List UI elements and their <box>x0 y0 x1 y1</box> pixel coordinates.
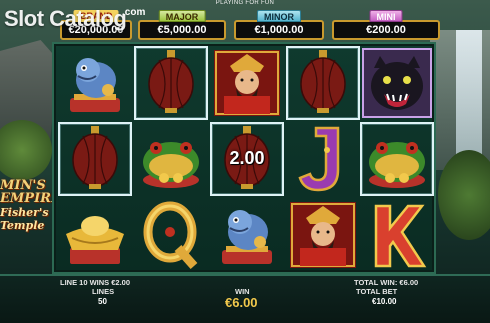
game-logo: MIN'S EMPIRE Fisher's Temple <box>0 178 61 248</box>
major-jackpot-value: €5,000.00 <box>138 20 226 40</box>
reel-symbol-lantern <box>134 46 208 120</box>
reel-grid: 2.00 <box>52 42 436 274</box>
reel-symbol-foo-dog <box>210 198 284 272</box>
foliage-right <box>438 150 490 240</box>
logo-line-3: Fisher's <box>0 206 49 219</box>
reel-symbol-letter-q <box>134 198 208 272</box>
mini-jackpot-value: €200.00 <box>332 20 440 40</box>
win-value: €6.00 <box>225 295 258 310</box>
total-win-text: TOTAL WIN: €6.00 <box>354 278 419 287</box>
line-win-text: LINE 10 WINS €2.00 <box>60 278 131 287</box>
lines-label: LINES <box>92 287 115 296</box>
reel-symbol-panther <box>360 46 434 120</box>
minor-jackpot-value: €1,000.00 <box>234 20 324 40</box>
watermark-logo: Slot Catalog <box>4 6 127 31</box>
multiplier-value: 2.00 <box>229 148 265 168</box>
reel-symbol-foo-dog <box>58 46 132 120</box>
minor-jackpot: €1,000.00 MINOR <box>234 10 324 42</box>
reel-symbol-letter-j <box>286 122 360 196</box>
reel-symbol-emperor <box>210 46 284 120</box>
total-bet-label: TOTAL BET <box>356 287 398 296</box>
reel-symbol-golden-toad <box>360 122 434 196</box>
major-jackpot-label: MAJOR <box>158 10 206 22</box>
major-jackpot: €5,000.00 MAJOR <box>138 10 226 42</box>
reel-symbol-golden-toad <box>134 122 208 196</box>
reel-symbol-gold-ingot <box>58 198 132 272</box>
reel-symbol-lantern: 2.00 <box>210 122 284 196</box>
reel-symbol-lantern <box>286 46 360 120</box>
minor-jackpot-label: MINOR <box>257 10 301 22</box>
foliage-left <box>0 120 52 180</box>
reel-symbol-emperor <box>286 198 360 272</box>
watermark-suffix: .com <box>122 7 146 18</box>
game-screen: PLAYING FOR FUN €20,000.00 GRAND €5,000.… <box>0 0 490 323</box>
mini-jackpot: €200.00 MINI <box>332 10 440 42</box>
bottom-info-bar: LINE 10 WINS €2.00 LINES 50 WIN €6.00 TO… <box>0 274 490 323</box>
mini-jackpot-label: MINI <box>369 10 403 22</box>
reel-symbol-lantern <box>58 122 132 196</box>
reel-symbol-letter-k <box>360 198 434 272</box>
lines-value: 50 <box>98 297 107 306</box>
logo-line-4: Temple <box>0 219 45 232</box>
total-bet-value: €10.00 <box>372 297 397 306</box>
